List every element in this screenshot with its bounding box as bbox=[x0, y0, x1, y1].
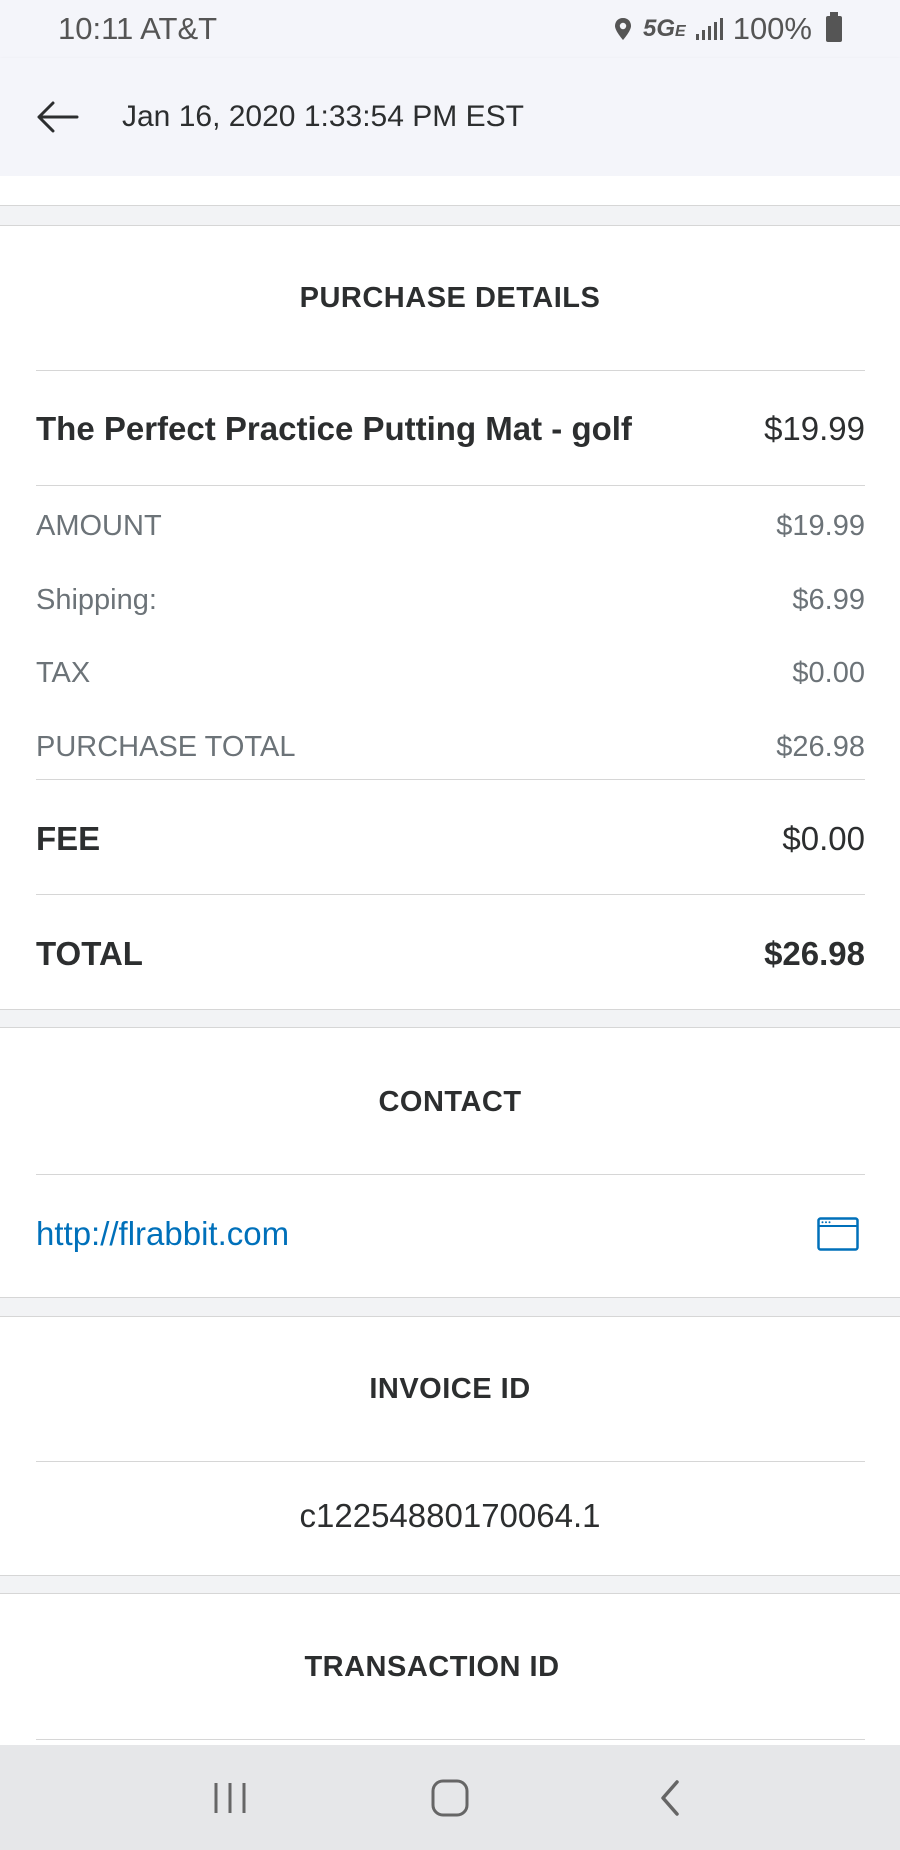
total-row: TOTAL $26.98 bbox=[36, 929, 865, 979]
tax-row: TAX $0.00 bbox=[36, 651, 865, 695]
purchase-details-heading: PURCHASE DETAILS bbox=[299, 282, 601, 314]
item-row: The Perfect Practice Putting Mat - golf … bbox=[36, 404, 865, 454]
battery-icon bbox=[826, 12, 842, 42]
divider bbox=[36, 1174, 865, 1175]
divider bbox=[36, 1739, 865, 1740]
transaction-section: TRANSACTION ID bbox=[0, 1593, 900, 1753]
invoice-id-value: c12254880170064.1 bbox=[299, 1497, 601, 1534]
recent-apps-icon bbox=[214, 1782, 246, 1813]
website-row[interactable]: http://flrabbit.com bbox=[36, 1209, 865, 1259]
status-bar: 10:11 AT&T 5GE 100% bbox=[0, 0, 900, 58]
website-link[interactable]: http://flrabbit.com bbox=[36, 1215, 289, 1253]
purchase-details-section: PURCHASE DETAILS The Perfect Practice Pu… bbox=[0, 225, 900, 1010]
shipping-label: Shipping: bbox=[36, 583, 157, 616]
home-icon bbox=[431, 1779, 469, 1816]
app-bar: Jan 16, 2020 1:33:54 PM EST bbox=[0, 58, 900, 176]
amount-label: AMOUNT bbox=[36, 509, 162, 542]
battery-percent: 100% bbox=[732, 11, 812, 46]
network-indicator: 5GE bbox=[643, 15, 686, 42]
contact-heading: CONTACT bbox=[378, 1086, 522, 1118]
status-time-carrier: 10:11 AT&T bbox=[58, 11, 218, 46]
total-label: TOTAL bbox=[36, 935, 143, 972]
page-title: Jan 16, 2020 1:33:54 PM EST bbox=[122, 100, 524, 133]
shipping-value: $6.99 bbox=[792, 583, 865, 616]
system-nav-bar bbox=[0, 1745, 900, 1850]
amount-value: $19.99 bbox=[776, 509, 865, 542]
browser-window-icon[interactable] bbox=[817, 1217, 859, 1251]
transaction-heading: TRANSACTION ID bbox=[304, 1651, 560, 1683]
invoice-heading: INVOICE ID bbox=[369, 1373, 531, 1405]
location-icon bbox=[615, 18, 632, 40]
recent-apps-button[interactable] bbox=[185, 1758, 275, 1838]
fee-value: $0.00 bbox=[782, 820, 865, 857]
fee-row: FEE $0.00 bbox=[36, 814, 865, 864]
purchase-total-row: PURCHASE TOTAL $26.98 bbox=[36, 725, 865, 769]
fee-label: FEE bbox=[36, 820, 101, 857]
tax-label: TAX bbox=[36, 656, 91, 689]
status-icons: 5GE 100% bbox=[613, 11, 842, 47]
tax-value: $0.00 bbox=[792, 656, 865, 689]
divider bbox=[36, 779, 865, 780]
contact-section: CONTACT http://flrabbit.com bbox=[0, 1027, 900, 1298]
total-value: $26.98 bbox=[764, 935, 865, 972]
item-name: The Perfect Practice Putting Mat - golf bbox=[36, 410, 632, 447]
purchase-total-value: $26.98 bbox=[776, 730, 865, 763]
back-icon bbox=[661, 1779, 679, 1816]
amount-row: AMOUNT $19.99 bbox=[36, 504, 865, 548]
arrow-left-icon bbox=[37, 101, 79, 133]
signal-icon bbox=[695, 18, 723, 40]
divider bbox=[36, 1461, 865, 1462]
divider bbox=[36, 894, 865, 895]
invoice-section: INVOICE ID c12254880170064.1 bbox=[0, 1316, 900, 1576]
previous-section-edge bbox=[0, 176, 900, 206]
back-button[interactable] bbox=[0, 58, 120, 176]
divider bbox=[36, 485, 865, 486]
home-button[interactable] bbox=[405, 1758, 495, 1838]
shipping-row: Shipping: $6.99 bbox=[36, 578, 865, 622]
system-back-button[interactable] bbox=[625, 1758, 715, 1838]
divider bbox=[36, 370, 865, 371]
purchase-total-label: PURCHASE TOTAL bbox=[36, 730, 296, 763]
item-price: $19.99 bbox=[764, 410, 865, 447]
